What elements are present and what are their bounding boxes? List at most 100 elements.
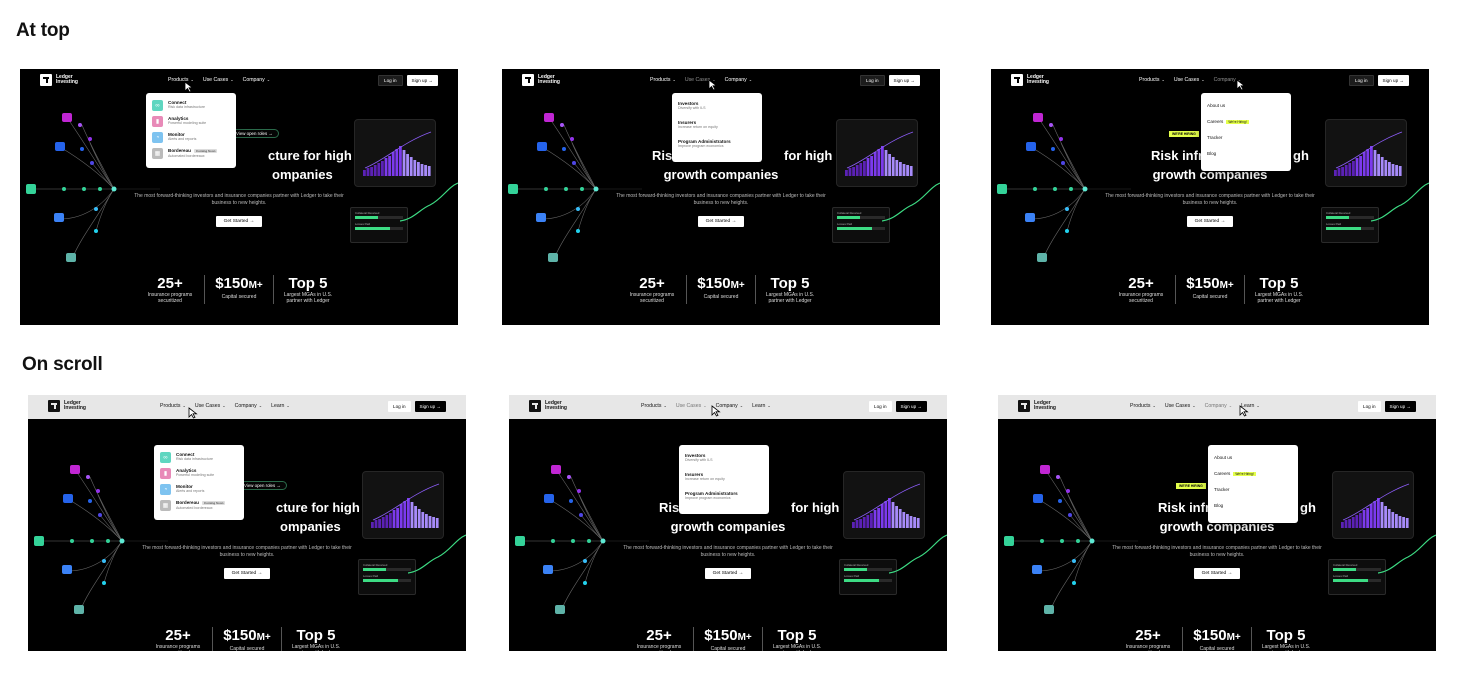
signup-button[interactable]: Sign up →: [1377, 75, 1409, 86]
histogram-bar: [877, 149, 881, 176]
stats-row: 25+ Insurance programs securitized $150M…: [20, 275, 458, 304]
nav-learn[interactable]: Learn ⌄: [271, 403, 290, 409]
stat-label: Insurance programs securitized: [1118, 292, 1164, 304]
signup-button[interactable]: Sign up →: [895, 401, 927, 412]
folder-icon: [551, 465, 561, 474]
login-button[interactable]: Log in: [1358, 401, 1381, 412]
get-started-button[interactable]: Get Started →: [1194, 568, 1240, 579]
brand-logo[interactable]: Ledger Investing: [1018, 400, 1064, 412]
brand-name: Ledger Investing: [545, 399, 567, 411]
network-graphic: [515, 465, 649, 614]
login-button[interactable]: Log in: [378, 75, 403, 86]
get-started-button[interactable]: Get Started →: [224, 568, 270, 579]
products-dropdown: ∞ Connect Risk data infrastructure ▮ Analyt…: [146, 93, 236, 168]
nav-products[interactable]: Products ⌄: [1139, 77, 1165, 83]
menu-item-tracker[interactable]: Tracker: [1207, 135, 1285, 140]
menu-item-about-us[interactable]: About us: [1207, 103, 1285, 108]
losses-bar: [837, 227, 885, 230]
get-started-button[interactable]: Get Started →: [216, 216, 262, 227]
histogram-card: [1325, 119, 1407, 187]
brand-logo[interactable]: Ledger Investing: [48, 400, 94, 412]
nav-links: Products ⌄ Use Cases ⌄ Company ⌄ Learn ⌄: [160, 403, 290, 409]
histogram-bar: [417, 162, 420, 176]
chevron-down-icon: ⌄: [663, 403, 667, 408]
menu-item-investors[interactable]: Investors Diversify with ILS: [678, 101, 756, 111]
nav-use-cases[interactable]: Use Cases ⌄: [203, 77, 234, 83]
menu-item-connect[interactable]: ∞ Connect Risk data infrastructure: [160, 452, 238, 463]
menu-item-analytics[interactable]: ▮ Analytics Powerful modeling suite: [152, 116, 230, 127]
login-button[interactable]: Log in: [1349, 75, 1374, 86]
nav-company-label: Company: [242, 77, 265, 83]
stat-label: Insurance programs securitized: [147, 292, 193, 304]
histogram-bar: [425, 514, 428, 528]
menu-item-monitor[interactable]: ◔ Monitor Alerts and reports: [152, 132, 230, 143]
get-started-button[interactable]: Get Started →: [705, 568, 751, 579]
nav-products[interactable]: Products ⌄: [650, 77, 676, 83]
histogram-bar: [859, 163, 863, 176]
login-button[interactable]: Log in: [869, 401, 892, 412]
histogram-bar: [388, 156, 391, 176]
histogram-bar: [870, 156, 873, 176]
histogram-bar: [1380, 502, 1384, 528]
view-open-roles-pill[interactable]: View open roles →: [238, 481, 287, 490]
nav-use-cases[interactable]: Use Cases ⌄: [1174, 77, 1205, 83]
menu-item-tracker[interactable]: Tracker: [1214, 487, 1292, 492]
menu-item-careers[interactable]: Careers We're Hiring!: [1214, 471, 1292, 476]
nav-company[interactable]: Company ⌄: [243, 77, 271, 83]
menu-item-blog[interactable]: Blog: [1214, 503, 1292, 508]
chevron-down-icon: ⌄: [767, 403, 771, 408]
menu-item-connect[interactable]: ∞ Connect Risk data infrastructure: [152, 100, 230, 111]
signup-button[interactable]: Sign up →: [1384, 401, 1416, 412]
histogram-bar: [381, 517, 385, 528]
histogram-bar: [1391, 164, 1395, 176]
menu-item-blog[interactable]: Blog: [1207, 151, 1285, 156]
nav-use-cases[interactable]: Use Cases ⌄: [1165, 403, 1196, 409]
stat-value: $150M+: [215, 275, 263, 292]
login-button[interactable]: Log in: [860, 75, 885, 86]
signup-button[interactable]: Sign up →: [406, 75, 438, 86]
nav-use-cases[interactable]: Use Cases ⌄: [676, 403, 707, 409]
menu-item-bordereau[interactable]: ▦ Bordereau Coming Soon Automated bordereau…: [160, 500, 238, 511]
growth-line: [400, 182, 458, 222]
signup-button[interactable]: Sign up →: [888, 75, 920, 86]
folder-icon: [1033, 113, 1043, 122]
stat-label: Largest MGAs in U.S. partner with Ledger: [291, 644, 341, 651]
stat-value: Top 5: [770, 275, 810, 292]
histogram-bar: [371, 522, 374, 528]
menu-item-investors[interactable]: Investors Diversify with ILS: [685, 453, 763, 463]
chevron-down-icon: ⌄: [1161, 77, 1165, 82]
site-frame-scroll-company: Ledger Investing Products ⌄ Use Cases ⌄ Co…: [998, 395, 1436, 651]
nav-products[interactable]: Products ⌄: [1130, 403, 1156, 409]
menu-item-careers[interactable]: Careers We're Hiring!: [1207, 119, 1285, 124]
menu-item-bordereau[interactable]: ▦ Bordereau Coming Soon Automated bordereau…: [152, 148, 230, 159]
login-button[interactable]: Log in: [388, 401, 411, 412]
stat-value: 25+: [157, 275, 183, 292]
menu-item-program-administrators[interactable]: Program Administrators Improve program ec…: [678, 139, 756, 149]
menu-item-insurers[interactable]: Insurers Increase return on equity: [685, 472, 763, 482]
view-open-roles-pill[interactable]: View open roles →: [230, 129, 279, 138]
get-started-button[interactable]: Get Started →: [1187, 216, 1233, 227]
histogram-bar: [1341, 522, 1344, 528]
nav-products[interactable]: Products ⌄: [641, 403, 667, 409]
nav-links: Products ⌄ Use Cases ⌄ Company ⌄: [1139, 77, 1241, 83]
coming-soon-badge: Coming Soon: [193, 149, 218, 153]
menu-item-monitor[interactable]: ◔ Monitor Alerts and reports: [160, 484, 238, 495]
menu-item-about-us[interactable]: About us: [1214, 455, 1292, 460]
nav-company[interactable]: Company ⌄: [1205, 403, 1233, 409]
stat-programs: 25+ Insurance programs securitized: [1114, 627, 1182, 651]
nav-company[interactable]: Company ⌄: [235, 403, 263, 409]
nav-company[interactable]: Company ⌄: [725, 77, 753, 83]
menu-item-program-administrators[interactable]: Program Administrators Improve program ec…: [685, 491, 763, 501]
code-icon: [1004, 536, 1014, 546]
get-started-button[interactable]: Get Started →: [698, 216, 744, 227]
growth-line: [889, 534, 947, 574]
menu-item-analytics[interactable]: ▮ Analytics Powerful modeling suite: [160, 468, 238, 479]
histogram-bar: [891, 502, 895, 528]
signup-button[interactable]: Sign up →: [414, 401, 446, 412]
auth-buttons: Log in Sign up →: [1349, 75, 1409, 86]
nav-learn[interactable]: Learn ⌄: [752, 403, 771, 409]
menu-item-insurers[interactable]: Insurers Increase return on equity: [678, 120, 756, 130]
brand-logo[interactable]: Ledger Investing: [529, 400, 575, 412]
nav-products[interactable]: Products ⌄: [160, 403, 186, 409]
nav-use-cases[interactable]: Use Cases ⌄: [195, 403, 226, 409]
